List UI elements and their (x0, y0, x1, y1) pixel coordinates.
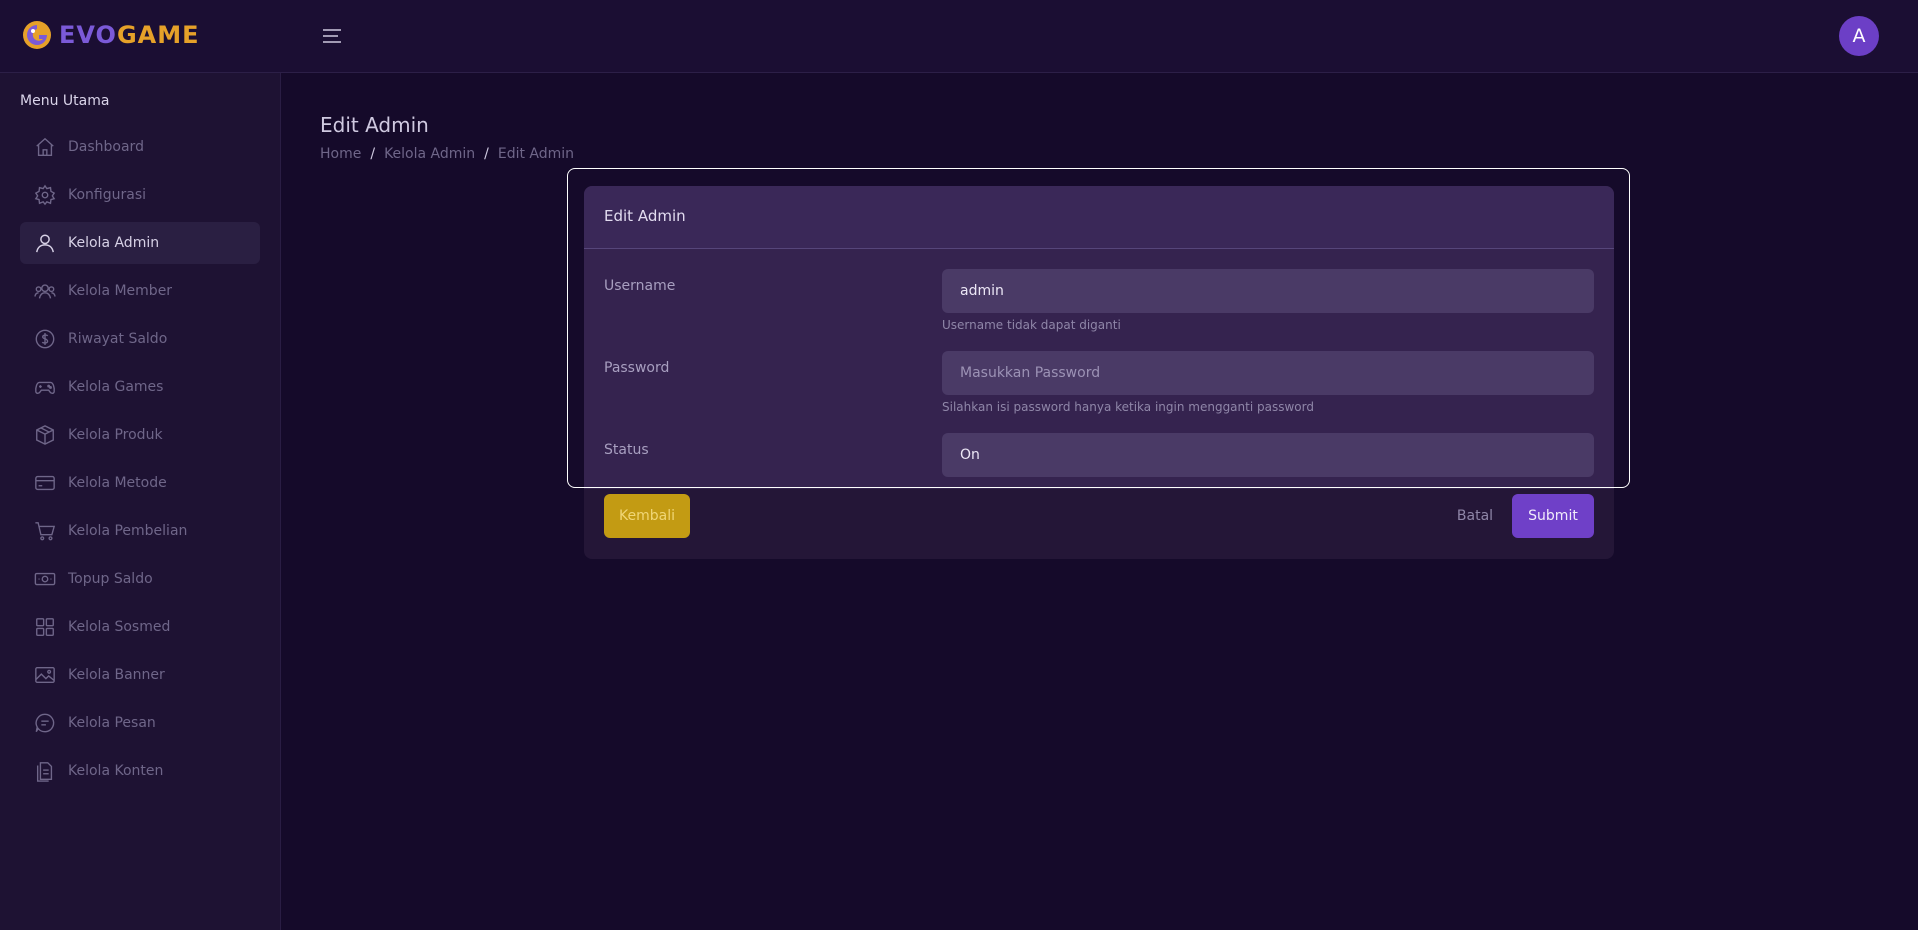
sidebar-item-kelola-banner[interactable]: Kelola Banner (20, 654, 260, 696)
sidebar-item-riwayat-saldo[interactable]: Riwayat Saldo (20, 318, 260, 360)
avatar[interactable]: A (1839, 16, 1879, 56)
sidebar-item-label: Riwayat Saldo (68, 331, 168, 347)
sidebar-item-label: Konfigurasi (68, 187, 147, 203)
sidebar-item-label: Kelola Member (68, 283, 173, 299)
sidebar-item-kelola-member[interactable]: Kelola Member (20, 270, 260, 312)
status-select[interactable]: On (942, 433, 1594, 477)
sidebar-item-label: Kelola Produk (68, 427, 163, 443)
sidebar-item-label: Topup Saldo (68, 571, 153, 587)
sidebar-item-label: Dashboard (68, 139, 144, 155)
document-icon (34, 760, 56, 782)
password-hint: Silahkan isi password hanya ketika ingin… (942, 400, 1314, 414)
hamburger-menu-icon[interactable] (320, 24, 344, 48)
sidebar-item-label: Kelola Pesan (68, 715, 156, 731)
sidebar-item-label: Kelola Admin (68, 235, 160, 251)
breadcrumb-separator: / (484, 146, 489, 162)
top-bar: EVOGAME A (0, 0, 1918, 73)
breadcrumb-item-home[interactable]: Home (320, 146, 361, 162)
username-hint: Username tidak dapat diganti (942, 318, 1121, 332)
chat-icon (34, 712, 56, 734)
sidebar-item-kelola-metode[interactable]: Kelola Metode (20, 462, 260, 504)
sidebar-item-label: Kelola Sosmed (68, 619, 171, 635)
image-icon (34, 664, 56, 686)
brand-name: EVOGAME (59, 21, 200, 49)
sidebar-item-label: Kelola Metode (68, 475, 167, 491)
box-icon (34, 424, 56, 446)
sidebar-item-kelola-produk[interactable]: Kelola Produk (20, 414, 260, 456)
back-button[interactable]: Kembali (604, 494, 690, 538)
sidebar-item-label: Kelola Banner (68, 667, 165, 683)
home-icon (34, 136, 56, 158)
cart-icon (34, 520, 56, 542)
sidebar-item-kelola-pesan[interactable]: Kelola Pesan (20, 702, 260, 744)
breadcrumb: Home / Kelola Admin / Edit Admin (320, 146, 574, 162)
brand-logo[interactable]: EVOGAME (21, 19, 200, 51)
sidebar-item-kelola-konten[interactable]: Kelola Konten (20, 750, 260, 792)
sidebar-item-kelola-games[interactable]: Kelola Games (20, 366, 260, 408)
sidebar-item-label: Kelola Konten (68, 763, 164, 779)
card-title: Edit Admin (604, 207, 686, 225)
page-title: Edit Admin (320, 113, 429, 137)
credit-card-icon (34, 472, 56, 494)
sidebar-section-title: Menu Utama (20, 93, 110, 109)
breadcrumb-item-kelola-admin[interactable]: Kelola Admin (384, 146, 475, 162)
breadcrumb-item-current: Edit Admin (497, 146, 575, 162)
users-icon (34, 280, 56, 302)
sidebar-item-dashboard[interactable]: Dashboard (20, 126, 260, 168)
submit-button[interactable]: Submit (1512, 494, 1594, 538)
sidebar-item-konfigurasi[interactable]: Konfigurasi (20, 174, 260, 216)
password-label: Password (604, 360, 670, 376)
gear-icon (34, 184, 56, 206)
status-label: Status (604, 442, 649, 458)
logo-mark-icon (23, 21, 51, 49)
card-header: Edit Admin (584, 186, 1614, 249)
sidebar-item-kelola-pembelian[interactable]: Kelola Pembelian (20, 510, 260, 552)
sidebar-item-kelola-admin[interactable]: Kelola Admin (20, 222, 260, 264)
cancel-button[interactable]: Batal (1450, 494, 1500, 538)
breadcrumb-separator: / (370, 146, 376, 162)
password-field[interactable] (942, 351, 1594, 395)
grid-icon (34, 616, 56, 638)
user-icon (34, 232, 56, 254)
sidebar-item-kelola-sosmed[interactable]: Kelola Sosmed (20, 606, 260, 648)
sidebar-item-label: Kelola Games (68, 379, 164, 395)
gamepad-icon (34, 376, 56, 398)
dollar-circle-icon (34, 328, 56, 350)
sidebar-item-label: Kelola Pembelian (68, 523, 188, 539)
sidebar-item-topup-saldo[interactable]: Topup Saldo (20, 558, 260, 600)
cash-icon (34, 568, 56, 590)
username-label: Username (604, 278, 676, 294)
username-field[interactable] (942, 269, 1594, 313)
